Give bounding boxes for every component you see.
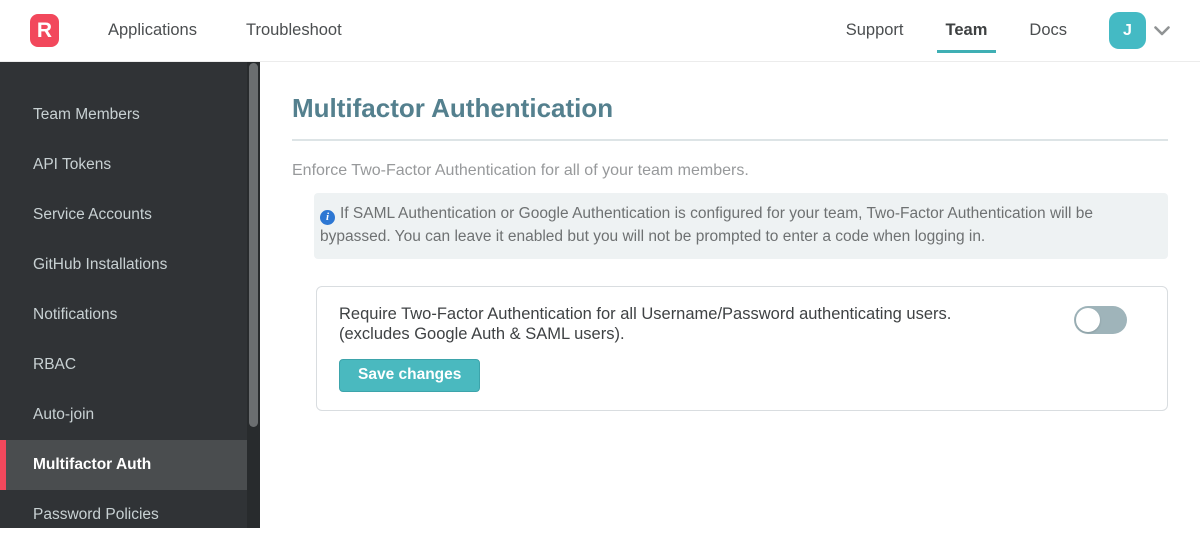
save-changes-button[interactable]: Save changes xyxy=(339,359,481,392)
chevron-down-icon xyxy=(1154,25,1170,35)
two-factor-setting-card: Require Two-Factor Authentication for al… xyxy=(316,286,1168,411)
sidebar-item-github-installations[interactable]: GitHub Installations xyxy=(0,240,247,290)
user-avatar[interactable]: J xyxy=(1109,12,1146,49)
sidebar-item-rbac[interactable]: RBAC xyxy=(0,340,247,390)
top-navbar: R Applications Troubleshoot Support Team… xyxy=(0,0,1200,62)
nav-item-troubleshoot[interactable]: Troubleshoot xyxy=(246,0,342,61)
nav-left: Applications Troubleshoot xyxy=(59,0,342,61)
nav-item-docs[interactable]: Docs xyxy=(1029,0,1067,61)
user-menu-button[interactable] xyxy=(1154,25,1170,36)
info-alert-text: If SAML Authentication or Google Authent… xyxy=(320,205,1094,245)
setting-label-line1: Require Two-Factor Authentication for al… xyxy=(339,305,952,323)
page-subtitle: Enforce Two-Factor Authentication for al… xyxy=(292,162,749,179)
two-factor-setting-label: Require Two-Factor Authentication for al… xyxy=(339,304,1069,344)
info-icon: i xyxy=(320,210,335,225)
sidebar-item-api-tokens[interactable]: API Tokens xyxy=(0,140,247,190)
sidebar-item-notifications[interactable]: Notifications xyxy=(0,290,247,340)
main-content: Multifactor Authentication Enforce Two-F… xyxy=(260,62,1200,528)
two-factor-toggle[interactable] xyxy=(1074,306,1127,334)
toggle-knob xyxy=(1076,308,1100,332)
settings-sidebar: Team Members API Tokens Service Accounts… xyxy=(0,62,260,528)
nav-item-team[interactable]: Team xyxy=(936,0,997,61)
nav-item-support[interactable]: Support xyxy=(846,0,904,61)
page-title: Multifactor Authentication xyxy=(292,93,614,123)
sidebar-item-service-accounts[interactable]: Service Accounts xyxy=(0,190,247,240)
app-logo[interactable]: R xyxy=(30,14,59,47)
nav-item-applications[interactable]: Applications xyxy=(108,0,197,61)
title-divider xyxy=(292,139,1168,141)
nav-right: Support Team Docs J xyxy=(846,0,1200,61)
sidebar-menu: Team Members API Tokens Service Accounts… xyxy=(0,62,260,540)
sidebar-item-team-members[interactable]: Team Members xyxy=(0,90,247,140)
setting-label-line2: (excludes Google Auth & SAML users). xyxy=(339,325,625,343)
sidebar-scrollbar-thumb[interactable] xyxy=(249,63,258,427)
sidebar-item-auto-join[interactable]: Auto-join xyxy=(0,390,247,440)
saml-info-alert: i If SAML Authentication or Google Authen… xyxy=(314,193,1168,259)
sidebar-item-password-policies[interactable]: Password Policies xyxy=(0,490,247,540)
sidebar-item-multifactor-auth[interactable]: Multifactor Auth xyxy=(0,440,247,490)
